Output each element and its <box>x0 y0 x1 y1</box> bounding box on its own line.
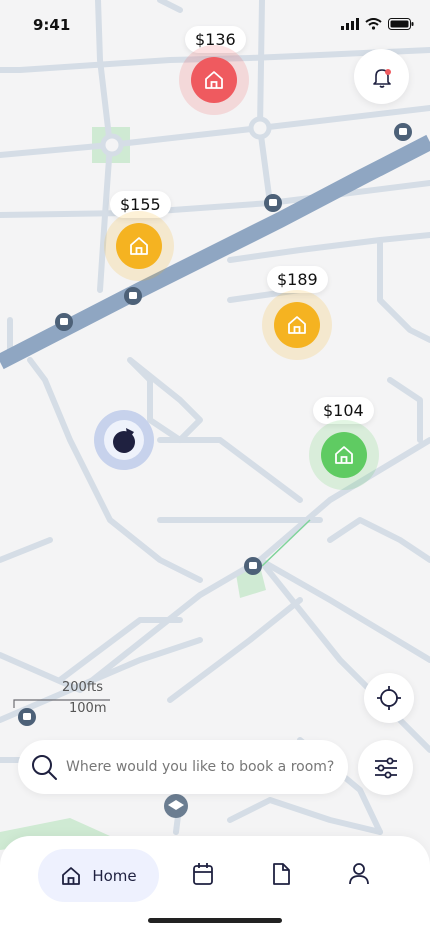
calendar-icon <box>193 863 213 885</box>
search-bar[interactable]: Where would you like to book a room? <box>18 740 348 794</box>
battery-icon <box>388 18 414 30</box>
filter-button[interactable] <box>358 740 413 795</box>
school-icon <box>164 794 188 818</box>
home-indicator <box>148 918 282 923</box>
signal-icon <box>341 18 359 30</box>
home-icon <box>62 866 81 885</box>
house-icon <box>130 237 148 255</box>
house-icon <box>335 446 353 464</box>
tab-profile[interactable] <box>348 862 370 890</box>
bus-stop-icon <box>264 194 282 212</box>
map-scale: 200fts 100m <box>12 680 112 720</box>
map-screen: 9:41 $136 $155 $189 $104 200fts 100m Whe… <box>0 0 430 932</box>
status-icons <box>341 18 414 30</box>
sliders-icon <box>374 757 397 778</box>
tab-home[interactable]: Home <box>38 849 159 902</box>
document-icon <box>273 863 290 885</box>
listing-pin <box>191 57 237 103</box>
listing-pin <box>116 223 162 269</box>
listing-marker[interactable] <box>309 420 379 490</box>
bus-stop-icon <box>394 123 412 141</box>
status-time: 9:41 <box>33 16 71 34</box>
user-icon <box>349 863 369 885</box>
listing-marker[interactable] <box>179 45 249 115</box>
bus-stop-icon <box>55 313 73 331</box>
listing-pin <box>321 432 367 478</box>
user-location-marker <box>94 410 154 470</box>
wifi-icon <box>365 18 382 30</box>
search-icon <box>32 755 57 780</box>
listing-pin <box>274 302 320 348</box>
bus-stop-icon <box>244 557 262 575</box>
house-icon <box>205 71 223 89</box>
crosshair-icon <box>377 686 401 710</box>
search-placeholder: Where would you like to book a room? <box>66 759 335 775</box>
bus-stop-icon <box>124 287 142 305</box>
price-label[interactable]: $189 <box>267 266 328 293</box>
listing-marker[interactable] <box>104 211 174 281</box>
tab-home-label: Home <box>92 866 137 885</box>
listing-marker[interactable] <box>262 290 332 360</box>
house-icon <box>288 316 306 334</box>
notifications-button[interactable] <box>354 49 409 104</box>
tab-calendar[interactable] <box>192 862 214 890</box>
bell-icon <box>372 68 391 88</box>
scale-imperial: 200fts <box>62 680 104 695</box>
scale-metric: 100m <box>69 701 107 716</box>
tab-documents[interactable] <box>271 862 291 890</box>
recenter-button[interactable] <box>364 673 414 723</box>
